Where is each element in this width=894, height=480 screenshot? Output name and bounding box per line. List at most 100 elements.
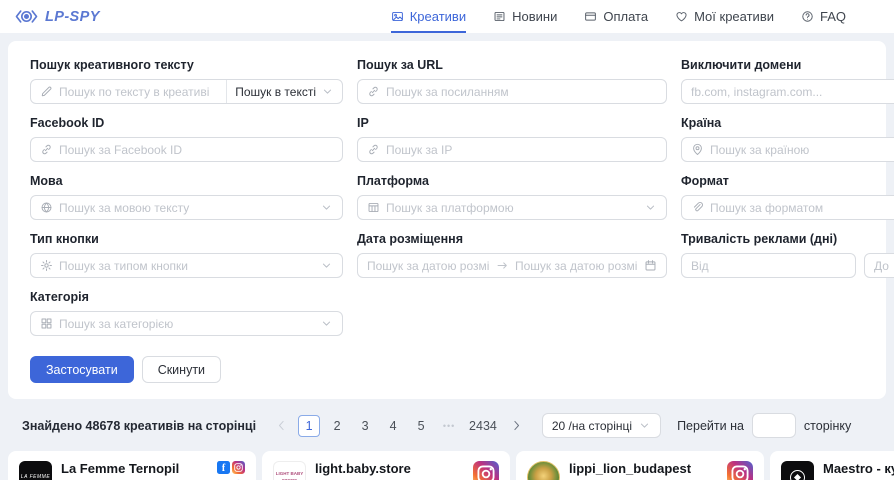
next-page-button[interactable] xyxy=(506,415,528,437)
field-label: Мова xyxy=(30,174,343,188)
field-ip: IP xyxy=(357,116,667,162)
field-label: Пошук креативного тексту xyxy=(30,58,343,72)
tab-creatives[interactable]: Креативи xyxy=(391,0,466,33)
link-icon xyxy=(367,85,380,98)
exclude-domains-input[interactable] xyxy=(691,85,894,99)
platform-select[interactable]: Пошук за платформою xyxy=(357,195,667,220)
chevron-down-icon xyxy=(638,419,651,432)
page-button-last[interactable]: 2434 xyxy=(466,415,500,437)
select-placeholder: Пошук за платформою xyxy=(386,201,638,215)
creatives-list: LA FEMME La Femme Ternopil 2025-11-20 21… xyxy=(0,451,894,480)
page-button-3[interactable]: 3 xyxy=(354,415,376,437)
chevron-right-icon xyxy=(510,419,523,432)
chevron-down-icon xyxy=(320,317,333,330)
pencil-icon xyxy=(40,85,53,98)
field-category: Категорія Пошук за категорією xyxy=(30,290,343,336)
page-size-select[interactable]: 20 /на сторінці xyxy=(542,413,661,438)
card-title: light.baby.store xyxy=(315,461,464,477)
calendar-icon xyxy=(644,259,657,272)
location-pin-icon xyxy=(691,143,704,156)
tab-label: FAQ xyxy=(820,9,846,24)
field-label: Виключити домени xyxy=(681,58,894,72)
page-button-2[interactable]: 2 xyxy=(326,415,348,437)
prev-page-button[interactable] xyxy=(270,415,292,437)
page-button-5[interactable]: 5 xyxy=(410,415,432,437)
reset-button[interactable]: Скинути xyxy=(142,356,221,383)
creative-card[interactable]: LA FEMME La Femme Ternopil 2025-11-20 21… xyxy=(8,451,256,480)
url-input[interactable] xyxy=(386,85,657,99)
instagram-icon xyxy=(232,461,245,477)
field-label: Платформа xyxy=(357,174,667,188)
chevron-left-icon xyxy=(275,419,288,432)
select-placeholder: Пошук за типом кнопки xyxy=(59,259,314,273)
chevron-down-icon xyxy=(644,201,657,214)
goto-page-input[interactable] xyxy=(752,413,796,438)
app-header: LP-SPY Креативи Новини Оплата Мої креати… xyxy=(0,0,894,33)
chevron-down-icon xyxy=(321,85,334,98)
heart-icon xyxy=(675,10,688,23)
creative-text-input[interactable] xyxy=(59,85,211,99)
tab-label: Оплата xyxy=(603,9,648,24)
field-label: Пошук за URL xyxy=(357,58,667,72)
link-icon xyxy=(40,143,53,156)
field-label: IP xyxy=(357,116,667,130)
date-end-placeholder: Пошук за датою розміщення xyxy=(515,259,638,273)
facebook-id-input[interactable] xyxy=(59,143,333,157)
date-start-placeholder: Пошук за датою розміщення xyxy=(367,259,490,273)
duration-from-input[interactable] xyxy=(691,259,846,273)
chevron-down-icon xyxy=(320,259,333,272)
tab-faq[interactable]: FAQ xyxy=(801,0,846,33)
card-title: La Femme Ternopil xyxy=(61,461,208,477)
pages-ellipsis[interactable]: ••• xyxy=(438,415,460,437)
field-label: Категорія xyxy=(30,290,343,304)
platform-icon xyxy=(367,201,380,214)
page-button-4[interactable]: 4 xyxy=(382,415,404,437)
link-icon xyxy=(367,143,380,156)
arrow-right-icon xyxy=(496,259,509,272)
text-search-mode-select[interactable]: Пошук в тексті xyxy=(226,80,342,103)
avatar xyxy=(527,461,560,480)
network-icons xyxy=(473,461,499,480)
duration-to-input[interactable] xyxy=(874,259,894,273)
field-label: Формат xyxy=(681,174,894,188)
tab-label: Мої креативи xyxy=(694,9,774,24)
ip-input[interactable] xyxy=(386,143,657,157)
tab-news[interactable]: Новини xyxy=(493,0,557,33)
avatar: LA FEMME xyxy=(19,461,52,480)
brand-logo[interactable]: LP-SPY xyxy=(14,8,100,25)
category-select[interactable]: Пошук за категорією xyxy=(30,311,343,336)
format-input[interactable] xyxy=(710,201,894,215)
instagram-icon xyxy=(473,461,499,480)
field-duration: Тривалість реклами (дні) xyxy=(681,232,894,278)
tab-label: Креативи xyxy=(410,9,466,24)
field-button-type: Тип кнопки Пошук за типом кнопки xyxy=(30,232,343,278)
creative-card[interactable]: Maestro - кухні, ме замовлення в Ужго 20… xyxy=(770,451,894,480)
field-language: Мова Пошук за мовою тексту xyxy=(30,174,343,220)
tab-my-creatives[interactable]: Мої креативи xyxy=(675,0,774,33)
eye-logo-icon xyxy=(14,8,39,25)
creative-card[interactable]: LIGHT BABY STORE light.baby.store 2025-1… xyxy=(262,451,510,480)
select-placeholder: Пошук за категорією xyxy=(59,317,314,331)
apply-button[interactable]: Застосувати xyxy=(30,356,134,383)
results-bar: Знайдено 48678 креативів на сторінці 1 2… xyxy=(22,413,886,438)
goto-label: Перейти на xyxy=(677,419,744,433)
filters-panel: Пошук креативного тексту Пошук в тексті … xyxy=(8,41,886,399)
field-exclude-domains: Виключити домени xyxy=(681,58,894,104)
goto-suffix: сторінку xyxy=(804,419,851,433)
grid-icon xyxy=(40,317,53,330)
field-facebook-id: Facebook ID xyxy=(30,116,343,162)
country-input[interactable] xyxy=(710,143,894,157)
field-country: Країна xyxy=(681,116,894,162)
language-select[interactable]: Пошук за мовою тексту xyxy=(30,195,343,220)
page-button-1[interactable]: 1 xyxy=(298,415,320,437)
avatar-text: LA FEMME xyxy=(21,474,50,480)
card-title: Maestro - кухні, ме замовлення в Ужго xyxy=(823,461,894,480)
facebook-icon: f xyxy=(217,461,230,474)
tab-payment[interactable]: Оплата xyxy=(584,0,648,33)
image-icon xyxy=(391,10,404,23)
date-range-picker[interactable]: Пошук за датою розміщення Пошук за датою… xyxy=(357,253,667,278)
button-type-select[interactable]: Пошук за типом кнопки xyxy=(30,253,343,278)
instagram-icon xyxy=(727,461,753,480)
creative-card[interactable]: lippi_lion_budapest 2025-11-20 21:02:03 … xyxy=(516,451,764,480)
news-icon xyxy=(493,10,506,23)
